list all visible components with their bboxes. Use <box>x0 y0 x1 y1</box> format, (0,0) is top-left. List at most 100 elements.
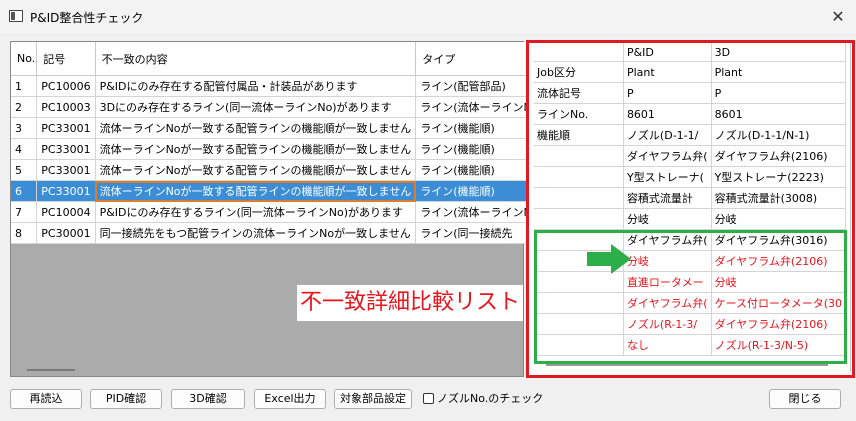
compare-row[interactable]: 機能順 ノズル(D-1-1/ノズル(D-1-1/N-1) <box>534 124 847 146</box>
3d-check-button[interactable]: 3D確認 <box>171 389 245 409</box>
cell-symbol[interactable]: PC10003 <box>36 96 96 118</box>
cell-no[interactable]: 4 <box>11 138 38 160</box>
cell-content[interactable]: P&IDにのみ存在するライン(同一流体ーラインNo)があります <box>95 201 417 223</box>
nozzle-check-checkbox[interactable] <box>423 393 434 404</box>
col-header-no[interactable]: No. <box>11 42 38 76</box>
compare-pid-cell[interactable]: 8601 <box>623 103 712 125</box>
cell-type[interactable]: ライン(流体ーラインN <box>415 96 537 118</box>
cell-content[interactable]: 同一接続先をもつ配管ラインの流体ーラインNoが一致しません <box>95 222 417 244</box>
compare-pid-cell[interactable]: 分岐 <box>623 208 712 230</box>
compare-pid-cell[interactable]: ノズル(D-1-1/ <box>623 124 712 146</box>
compare-item-cell[interactable] <box>534 187 624 209</box>
horizontal-scrollbar[interactable] <box>27 369 75 371</box>
cell-no[interactable]: 3 <box>11 117 38 139</box>
compare-3d-cell[interactable]: P <box>711 82 847 104</box>
cell-symbol[interactable]: PC33001 <box>36 180 96 202</box>
compare-header-cell: P&ID <box>623 43 712 62</box>
window-title: P&ID整合性チェック <box>30 11 144 25</box>
cell-symbol[interactable]: PC33001 <box>36 159 96 181</box>
table-row[interactable]: 8 PC30001 同一接続先をもつ配管ラインの流体ーラインNoが一致しません ライン… <box>11 222 537 244</box>
compare-item-cell[interactable] <box>534 208 624 230</box>
col-header-symbol[interactable]: 記号 <box>36 42 96 76</box>
table-row[interactable]: 4 PC33001 流体ーラインNoが一致する配管ラインの機能順が一致しません ライン… <box>11 138 537 160</box>
compare-item-cell[interactable]: 流体記号 <box>534 82 624 104</box>
compare-row[interactable]: ダイヤフラム弁(ダイヤフラム弁(2106) <box>534 145 847 167</box>
title-bar: P&ID整合性チェック ✕ <box>0 0 856 33</box>
cell-no[interactable]: 1 <box>11 75 38 97</box>
compare-3d-cell[interactable]: 分岐 <box>711 208 847 230</box>
cell-content[interactable]: P&IDにのみ存在する配管付属品・計装品があります <box>95 75 417 97</box>
cell-type[interactable]: ライン(同一接続先 <box>415 222 537 244</box>
cell-no[interactable]: 2 <box>11 96 38 118</box>
compare-pid-cell[interactable]: 容積式流量計 <box>623 187 712 209</box>
compare-header-cell <box>534 43 624 62</box>
compare-header-row: P&ID 3D <box>534 43 847 62</box>
compare-scroll-edge <box>850 43 851 372</box>
compare-item-cell[interactable]: Job区分 <box>534 61 624 83</box>
compare-3d-cell[interactable]: Y型ストレーナ(2223) <box>711 166 847 188</box>
pid-check-button[interactable]: PID確認 <box>90 389 162 409</box>
close-button[interactable]: 閉じる <box>769 389 841 409</box>
cell-type[interactable]: ライン(機能順) <box>415 180 537 202</box>
cell-symbol[interactable]: PC10006 <box>36 75 96 97</box>
cell-symbol[interactable]: PC33001 <box>36 117 96 139</box>
col-header-content[interactable]: 不一致の内容 <box>95 42 417 76</box>
excel-export-button[interactable]: Excel出力 <box>254 389 326 409</box>
compare-3d-cell[interactable]: Plant <box>711 61 847 83</box>
col-header-type[interactable]: タイプ <box>415 42 537 76</box>
table-row[interactable]: 7 PC10004 P&IDにのみ存在するライン(同一流体ーラインNo)がありますラ… <box>11 201 537 223</box>
cell-symbol[interactable]: PC10004 <box>36 201 96 223</box>
compare-3d-cell[interactable]: 8601 <box>711 103 847 125</box>
compare-pid-cell[interactable]: ダイヤフラム弁( <box>623 145 712 167</box>
compare-row[interactable]: ラインNo. 8601 8601 <box>534 103 847 125</box>
cell-no[interactable]: 5 <box>11 159 38 181</box>
compare-item-cell[interactable]: 機能順 <box>534 124 624 146</box>
compare-panel-frame: P&ID 3D Job区分 Plant Plant 流体記号 P P ラインNo. 8601 860… <box>526 40 855 378</box>
compare-row[interactable]: 容積式流量計 容積式流量計(3008) <box>534 187 847 209</box>
compare-row[interactable]: 流体記号 P P <box>534 82 847 104</box>
cell-no[interactable]: 7 <box>11 201 38 223</box>
compare-row[interactable]: Y型ストレーナ(Y型ストレーナ(2223) <box>534 166 847 188</box>
cell-no[interactable]: 8 <box>11 222 38 244</box>
compare-3d-cell[interactable]: ダイヤフラム弁(2106) <box>711 145 847 167</box>
compare-header-cell: 3D <box>711 43 847 62</box>
mismatch-grid[interactable]: No. 記号 不一致の内容 タイプ 1 PC10006 P&IDにのみ存在する配管付… <box>10 41 537 377</box>
compare-item-cell[interactable]: ラインNo. <box>534 103 624 125</box>
overlay-caption: 不一致詳細比較リスト <box>297 285 523 321</box>
cell-type[interactable]: ライン(機能順) <box>415 117 537 139</box>
compare-horizontal-scrollbar[interactable] <box>546 364 828 366</box>
compare-item-cell[interactable] <box>534 166 624 188</box>
reload-button[interactable]: 再読込 <box>10 389 82 409</box>
compare-pid-cell[interactable]: P <box>623 82 712 104</box>
compare-3d-cell[interactable]: 容積式流量計(3008) <box>711 187 847 209</box>
compare-row[interactable]: Job区分 Plant Plant <box>534 61 847 83</box>
table-row[interactable]: 5 PC33001 流体ーラインNoが一致する配管ラインの機能順が一致しません ライン… <box>11 159 537 181</box>
cell-type[interactable]: ライン(配管部品) <box>415 75 537 97</box>
cell-content[interactable]: 流体ーラインNoが一致する配管ラインの機能順が一致しません <box>95 180 417 202</box>
compare-pid-cell[interactable]: Plant <box>623 61 712 83</box>
table-row[interactable]: 3 PC33001 流体ーラインNoが一致する配管ラインの機能順が一致しません ライン… <box>11 117 537 139</box>
cell-type[interactable]: ライン(機能順) <box>415 138 537 160</box>
table-row[interactable]: 2 PC10003 3Dにのみ存在するライン(同一流体ーラインNo)があります ライン… <box>11 96 537 118</box>
arrow-right-icon <box>587 244 631 274</box>
compare-3d-cell[interactable]: ノズル(D-1-1/N-1) <box>711 124 847 146</box>
mismatch-highlight-frame <box>534 230 847 364</box>
cell-symbol[interactable]: PC33001 <box>36 138 96 160</box>
cell-content[interactable]: 流体ーラインNoが一致する配管ラインの機能順が一致しません <box>95 159 417 181</box>
compare-row[interactable]: 分岐 分岐 <box>534 208 847 230</box>
cell-type[interactable]: ライン(機能順) <box>415 159 537 181</box>
cell-content[interactable]: 3Dにのみ存在するライン(同一流体ーラインNo)があります <box>95 96 417 118</box>
table-row[interactable]: 1 PC10006 P&IDにのみ存在する配管付属品・計装品があります ライン(配管部… <box>11 75 537 97</box>
window: P&ID整合性チェック ✕ No. 記号 不一致の内容 タイプ 1 PC10006… <box>0 0 856 421</box>
cell-content[interactable]: 流体ーラインNoが一致する配管ラインの機能順が一致しません <box>95 138 417 160</box>
cell-symbol[interactable]: PC30001 <box>36 222 96 244</box>
compare-item-cell[interactable] <box>534 145 624 167</box>
table-row[interactable]: 6 PC33001 流体ーラインNoが一致する配管ラインの機能順が一致しません ライン… <box>11 180 537 202</box>
compare-pid-cell[interactable]: Y型ストレーナ( <box>623 166 712 188</box>
target-parts-button[interactable]: 対象部品設定 <box>334 389 412 409</box>
table-header-row: No. 記号 不一致の内容 タイプ <box>11 42 537 76</box>
cell-type[interactable]: ライン(流体ーラインN <box>415 201 537 223</box>
close-window-button[interactable]: ✕ <box>820 0 856 33</box>
cell-content[interactable]: 流体ーラインNoが一致する配管ラインの機能順が一致しません <box>95 117 417 139</box>
cell-no[interactable]: 6 <box>11 180 38 202</box>
